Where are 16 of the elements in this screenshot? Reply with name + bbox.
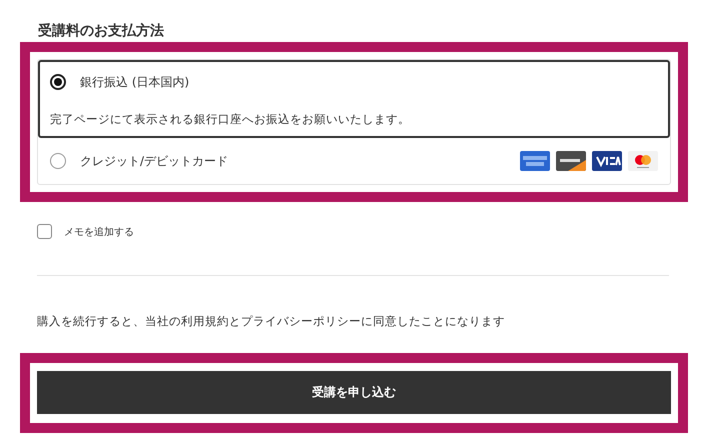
option-description: 完了ページにて表示される銀行口座へお振込をお願いいたします。	[50, 111, 411, 127]
card-brand-icon	[556, 151, 586, 171]
submit-button[interactable]: 受講を申し込む	[37, 371, 671, 414]
option-label: 銀行振込 (日本国内)	[80, 74, 190, 90]
card-brand-icon	[628, 151, 658, 171]
card-brand-icon	[520, 151, 550, 171]
section-heading: 受講料のお支払方法	[38, 22, 165, 41]
payment-option[interactable]: 銀行振込 (日本国内) 完了ページにて表示される銀行口座へお振込をお願いいたします。	[38, 60, 670, 138]
checkbox-label: メモを追加する	[64, 226, 134, 238]
radio-button[interactable]	[50, 74, 66, 90]
checkbox[interactable]	[37, 224, 52, 239]
payment-option[interactable]: クレジット/デビットカード	[38, 138, 670, 184]
radio-button[interactable]	[50, 153, 66, 169]
card-brand-icon	[592, 151, 622, 171]
terms-text: 購入を続行すると、当社の利用規約とプライバシーポリシーに同意したことになります	[37, 314, 506, 329]
option-label: クレジット/デビットカード	[80, 152, 230, 170]
